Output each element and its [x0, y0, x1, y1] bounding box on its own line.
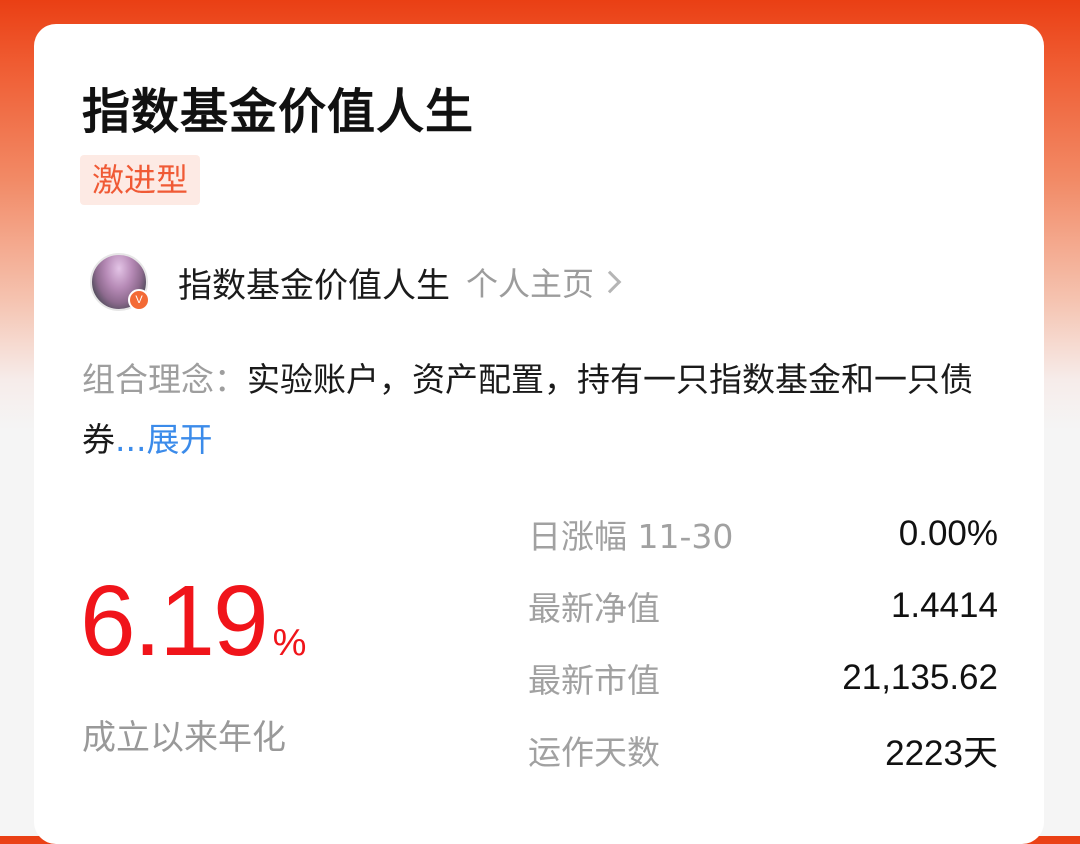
annualized-return-value: 6.19 — [80, 565, 269, 677]
author-row[interactable]: V 指数基金价值人生 个人主页 — [90, 250, 622, 314]
stat-label: 日涨幅 11-30 — [528, 517, 734, 556]
stat-value: 1.4414 — [890, 586, 998, 625]
philosophy-label: 组合理念： — [82, 360, 247, 399]
stat-row-market-value: 最新市值 21,135.62 — [528, 648, 998, 708]
risk-tag: 激进型 — [80, 155, 201, 205]
expand-ellipsis: ... — [115, 420, 147, 459]
stat-row-nav: 最新净值 1.4414 — [528, 576, 998, 636]
stat-label: 最新市值 — [528, 661, 660, 700]
annualized-return-unit: % — [272, 622, 307, 664]
avatar[interactable]: V — [90, 253, 150, 311]
portfolio-title: 指数基金价值人生 — [82, 84, 475, 140]
homepage-link-label: 个人主页 — [466, 265, 595, 303]
stat-value: 0.00% — [898, 514, 998, 553]
stat-label: 运作天数 — [528, 733, 660, 772]
annualized-return-label: 成立以来年化 — [82, 718, 286, 758]
stat-label: 最新净值 — [528, 589, 660, 628]
author-name[interactable]: 指数基金价值人生 — [178, 258, 450, 307]
stat-row-daily-change: 日涨幅 11-30 0.00% — [528, 504, 998, 564]
verified-badge-icon: V — [128, 289, 150, 311]
annualized-return: 6.19% — [80, 566, 306, 676]
chevron-right-icon — [598, 270, 622, 294]
philosophy-text: 组合理念：实验账户，资产配置，持有一只指数基金和一只债券...展开 — [82, 350, 1002, 470]
expand-link[interactable]: ...展开 — [115, 420, 212, 459]
stat-row-operating-days: 运作天数 2223天 — [528, 720, 998, 780]
portfolio-card: 指数基金价值人生 激进型 V 指数基金价值人生 个人主页 组合理念：实验账户，资… — [34, 24, 1044, 844]
stat-value: 21,135.62 — [842, 658, 998, 697]
homepage-link[interactable]: 个人主页 — [466, 259, 622, 305]
expand-label: 展开 — [146, 420, 213, 459]
stat-value: 2223天 — [885, 733, 998, 773]
